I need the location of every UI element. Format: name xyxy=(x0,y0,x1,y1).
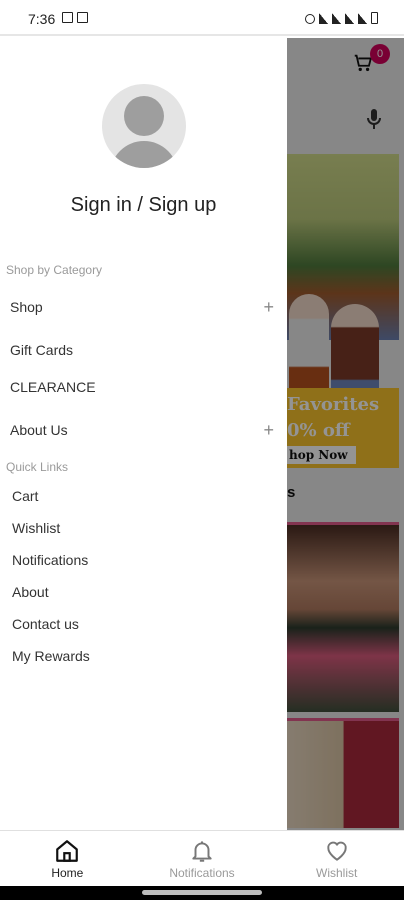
mute-icon xyxy=(319,13,328,24)
background-app[interactable]: 0 Favorites 0% off hop Now s xyxy=(287,38,404,830)
nav-wishlist[interactable]: Wishlist xyxy=(269,831,404,886)
quick-link-contact-us[interactable]: Contact us xyxy=(12,611,272,637)
nav-label: Wishlist xyxy=(316,865,358,880)
menu-item-about-us[interactable]: About Us + xyxy=(10,415,280,445)
menu-item-label: Shop xyxy=(10,299,43,315)
quick-link-wishlist[interactable]: Wishlist xyxy=(12,515,272,541)
expand-plus-icon[interactable]: + xyxy=(263,297,280,318)
gallery-icon xyxy=(62,12,73,23)
nav-label: Notifications xyxy=(169,865,235,880)
calendar-icon xyxy=(77,12,88,23)
heart-icon xyxy=(327,841,347,861)
avatar-icon[interactable] xyxy=(102,84,186,168)
status-notification-icons xyxy=(62,12,88,23)
status-system-icons xyxy=(305,12,378,24)
quick-link-cart[interactable]: Cart xyxy=(12,483,272,509)
quick-link-about[interactable]: About xyxy=(12,579,272,605)
home-indicator[interactable] xyxy=(142,890,262,895)
alarm-icon xyxy=(305,14,315,24)
nav-home[interactable]: Home xyxy=(0,831,135,886)
volte-icon xyxy=(332,13,341,24)
nav-label: Home xyxy=(51,865,84,880)
quick-links-header: Quick Links xyxy=(6,460,69,474)
shop-by-category-header: Shop by Category xyxy=(6,263,103,277)
signal-icon-2 xyxy=(358,13,367,24)
battery-icon xyxy=(371,12,378,24)
menu-item-shop[interactable]: Shop + xyxy=(10,292,280,322)
drawer-scrim[interactable] xyxy=(287,38,404,830)
nav-notifications[interactable]: Notifications xyxy=(135,831,270,886)
menu-item-label: About Us xyxy=(10,422,68,438)
menu-item-label: CLEARANCE xyxy=(10,379,96,395)
signal-icon xyxy=(345,13,354,24)
status-time: 7:36 xyxy=(28,11,56,27)
menu-item-gift-cards[interactable]: Gift Cards xyxy=(10,335,280,365)
menu-item-label: Gift Cards xyxy=(10,342,74,358)
bottom-navigation: Home Notifications Wishlist xyxy=(0,830,404,886)
navigation-drawer: Sign in / Sign up Shop by Category Shop … xyxy=(0,38,287,830)
home-icon xyxy=(56,839,79,862)
sign-in-link[interactable]: Sign in / Sign up xyxy=(0,194,287,217)
gesture-bar xyxy=(0,886,404,900)
menu-item-clearance[interactable]: CLEARANCE xyxy=(10,372,280,402)
bell-icon xyxy=(192,840,212,862)
quick-link-notifications[interactable]: Notifications xyxy=(12,547,272,573)
quick-link-my-rewards[interactable]: My Rewards xyxy=(12,643,272,669)
status-bar: 7:36 xyxy=(0,0,404,36)
expand-plus-icon[interactable]: + xyxy=(263,420,280,441)
